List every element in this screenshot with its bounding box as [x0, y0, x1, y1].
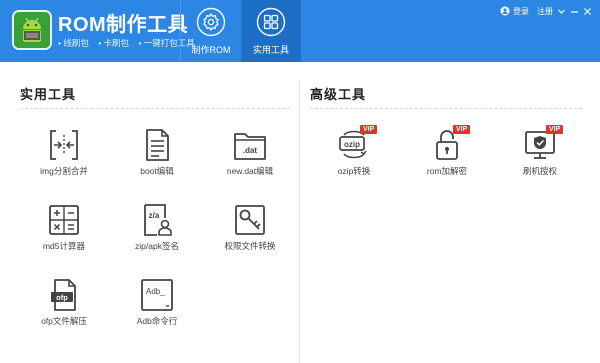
svg-text:.dat: .dat: [243, 146, 258, 155]
document-icon: [146, 129, 169, 161]
tool-label: rom加解密: [426, 166, 468, 176]
tool-new-dat-edit[interactable]: .dat new.dat编辑: [204, 127, 296, 193]
tool-md5-calculator[interactable]: md5计算器: [18, 202, 110, 268]
tool-permission-convert[interactable]: 权限文件转换: [204, 202, 296, 268]
tool-ozip-convert[interactable]: ozip VIP ozip转换: [308, 125, 400, 193]
tab-make-rom[interactable]: 制作ROM: [181, 0, 241, 62]
vip-badge: VIP: [360, 125, 378, 134]
tool-label: 权限文件转换: [224, 241, 276, 251]
signature-icon: z/a: [144, 204, 172, 236]
tab-practical-tools-label: 实用工具: [252, 45, 289, 55]
terminal-icon: Adb_: [141, 279, 173, 311]
minimize-icon[interactable]: [570, 7, 579, 16]
svg-text:ofp: ofp: [56, 293, 68, 302]
dropdown-icon[interactable]: [557, 7, 566, 16]
tool-rom-encrypt-decrypt[interactable]: VIP rom加解密: [401, 125, 493, 193]
tool-label: zip/apk签名: [135, 241, 179, 251]
tab-practical-tools[interactable]: 实用工具: [241, 0, 301, 62]
title-bar: ROM制作工具 • 线刷包 • 卡刷包 • 一键打包工具 制作ROM 实用工具: [0, 0, 600, 62]
svg-text:Adb_: Adb_: [146, 287, 165, 296]
tool-label: new.dat编辑: [226, 166, 274, 176]
advanced-tools-title: 高级工具: [310, 87, 367, 102]
key-icon: [235, 205, 265, 235]
app-title: ROM制作工具: [58, 14, 189, 36]
gear-icon: [196, 7, 226, 37]
tool-label: 刷机授权: [522, 166, 557, 176]
calculator-icon: [49, 205, 79, 235]
section-divider: [310, 108, 582, 109]
register-label: 注册: [537, 6, 553, 16]
tool-label: ozip转换: [337, 166, 371, 176]
dat-folder-icon: .dat: [234, 133, 266, 160]
tool-img-split-merge[interactable]: img分割合并: [18, 127, 110, 193]
vip-badge: VIP: [546, 125, 564, 134]
user-icon: [500, 6, 510, 16]
feature-item: • 线刷包: [58, 38, 89, 48]
practical-tools-title: 实用工具: [20, 87, 77, 102]
svg-text:z/a: z/a: [149, 211, 160, 220]
user-area: 登录 注册: [496, 5, 592, 17]
tool-label: ofp文件解压: [41, 316, 87, 326]
tab-make-rom-label: 制作ROM: [191, 45, 231, 55]
section-divider: [20, 108, 290, 109]
tool-ofp-extract[interactable]: ofp ofp文件解压: [18, 277, 110, 343]
split-merge-icon: [50, 130, 78, 160]
login-link[interactable]: 登录: [500, 6, 529, 17]
ofp-file-icon: ofp: [51, 279, 76, 311]
vip-badge: VIP: [453, 125, 471, 134]
tool-label: img分割合并: [40, 166, 88, 176]
feature-item: • 卡刷包: [98, 38, 130, 48]
register-link[interactable]: 注册: [537, 6, 553, 17]
tool-label: Adb命令行: [136, 316, 178, 326]
tool-zip-apk-sign[interactable]: z/a zip/apk签名: [111, 202, 203, 268]
tool-flash-authorize[interactable]: VIP 刷机授权: [494, 125, 586, 193]
grid-icon: [256, 7, 286, 37]
column-divider: [299, 80, 300, 363]
tool-label: md5计算器: [42, 241, 86, 251]
login-label: 登录: [513, 6, 529, 16]
tool-boot-edit[interactable]: boot编辑: [111, 127, 203, 193]
app-logo: [12, 10, 52, 50]
svg-text:ozip: ozip: [344, 140, 360, 149]
tool-label: boot编辑: [140, 166, 174, 176]
tool-adb-terminal[interactable]: Adb_ Adb命令行: [111, 277, 203, 343]
close-icon[interactable]: [583, 7, 592, 16]
